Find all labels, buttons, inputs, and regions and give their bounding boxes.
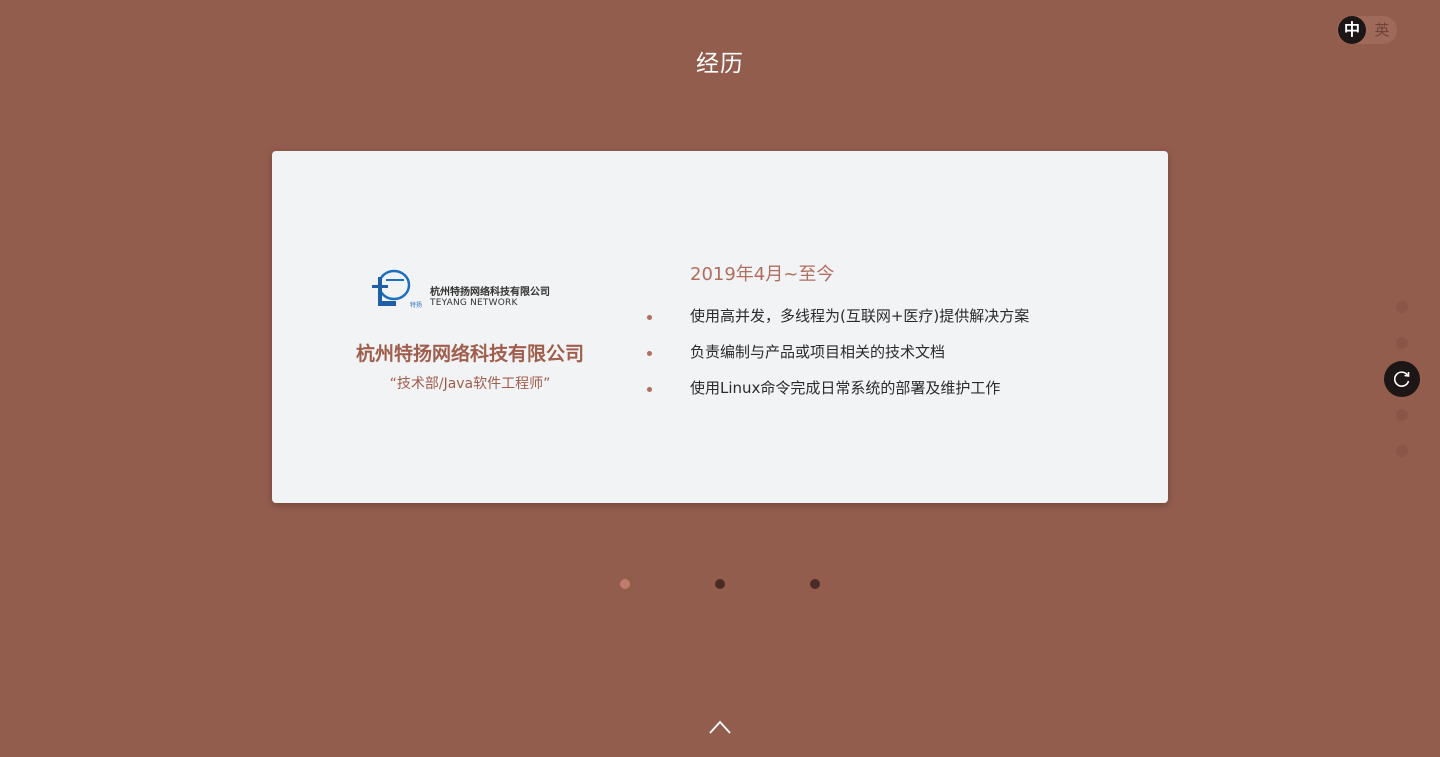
svg-text:特扬: 特扬 bbox=[410, 301, 422, 309]
duty-text: 负责编制与产品或项目相关的技术文档 bbox=[690, 343, 946, 361]
slide-dot-1[interactable] bbox=[620, 579, 630, 589]
side-nav-dot-2[interactable] bbox=[1396, 337, 1408, 349]
language-en-button[interactable]: 英 bbox=[1369, 16, 1395, 44]
side-nav-dot-5[interactable] bbox=[1396, 445, 1408, 457]
logo-text-cn: 杭州特扬网络科技有限公司 bbox=[430, 287, 550, 298]
refresh-icon bbox=[1393, 371, 1410, 387]
duty-item: 使用高并发，多线程为(互联网+医疗)提供解决方案 bbox=[642, 305, 1029, 341]
scroll-up-button[interactable] bbox=[706, 716, 734, 738]
language-switch[interactable]: 中 英 bbox=[1337, 16, 1397, 44]
side-nav-active[interactable] bbox=[1384, 361, 1420, 397]
duty-text: 使用Linux命令完成日常系统的部署及维护工作 bbox=[690, 379, 1001, 397]
chevron-up-icon bbox=[709, 720, 731, 734]
duty-list: 使用高并发，多线程为(互联网+医疗)提供解决方案 负责编制与产品或项目相关的技术… bbox=[642, 305, 1029, 413]
company-name: 杭州特扬网络科技有限公司 bbox=[355, 343, 584, 365]
section-title: 经历 bbox=[696, 51, 744, 77]
bullet-icon bbox=[647, 351, 652, 356]
logo-text-en: TEYANG NETWORK bbox=[430, 298, 518, 308]
company-role: “技术部/Java软件工程师” bbox=[389, 376, 551, 392]
slide-dot-3[interactable] bbox=[810, 579, 820, 589]
duty-item: 使用Linux命令完成日常系统的部署及维护工作 bbox=[642, 377, 1029, 413]
page: 经历 中 英 特扬 杭州特扬网络科技有限公司 TEYANG NETWORK 杭州… bbox=[0, 0, 1440, 757]
company-logo-mark-icon: 特扬 bbox=[372, 269, 422, 309]
side-nav-dot-4[interactable] bbox=[1396, 409, 1408, 421]
employment-period: 2019年4月~至今 bbox=[690, 264, 835, 285]
bullet-icon bbox=[647, 315, 652, 320]
bullet-icon bbox=[647, 387, 652, 392]
duty-text: 使用高并发，多线程为(互联网+医疗)提供解决方案 bbox=[690, 307, 1030, 325]
duty-item: 负责编制与产品或项目相关的技术文档 bbox=[642, 341, 1029, 377]
slide-dot-2[interactable] bbox=[715, 579, 725, 589]
experience-card: 特扬 杭州特扬网络科技有限公司 TEYANG NETWORK 杭州特扬网络科技有… bbox=[272, 151, 1168, 503]
side-nav-dot-1[interactable] bbox=[1396, 301, 1408, 313]
language-zh-button[interactable]: 中 bbox=[1338, 16, 1366, 44]
company-logo: 特扬 杭州特扬网络科技有限公司 TEYANG NETWORK bbox=[372, 265, 572, 313]
